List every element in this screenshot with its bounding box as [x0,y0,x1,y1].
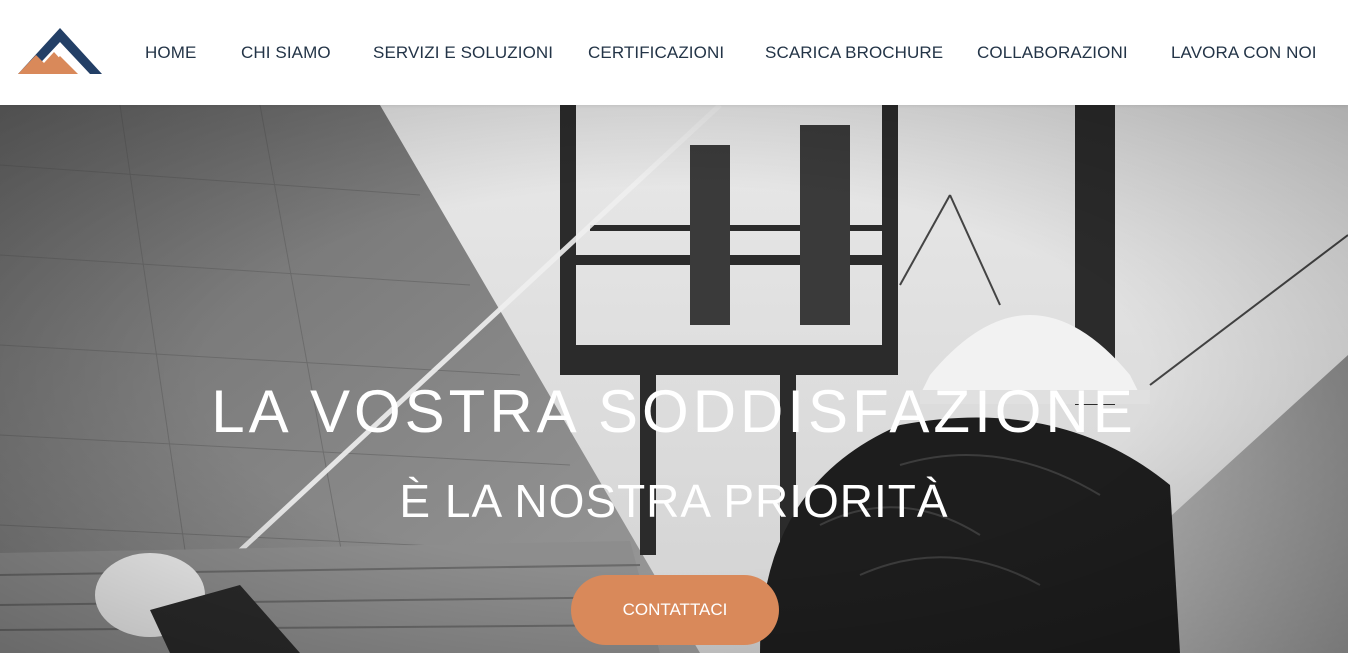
hero-subline: È LA NOSTRA PRIORITÀ [399,475,949,527]
nav-item-lavora-con-noi[interactable]: LAVORA CON NOI [1171,42,1317,64]
main-nav: HOME CHI SIAMO SERVIZI E SOLUZIONI CERTI… [0,0,1348,105]
hero-headline: LA VOSTRA SODDISFAZIONE [211,378,1137,445]
nav-item-servizi[interactable]: SERVIZI E SOLUZIONI [373,42,553,64]
nav-item-brochure[interactable]: SCARICA BROCHURE [765,42,943,64]
contact-button[interactable]: CONTATTACI [571,575,779,645]
nav-item-certificazioni[interactable]: CERTIFICAZIONI [588,42,724,64]
hero-banner: LA VOSTRA SODDISFAZIONE È LA NOSTRA PRIO… [0,105,1348,653]
nav-item-collaborazioni[interactable]: COLLABORAZIONI [977,42,1128,64]
nav-item-home[interactable]: HOME [145,42,196,64]
site-header: HOME CHI SIAMO SERVIZI E SOLUZIONI CERTI… [0,0,1348,105]
nav-item-chi-siamo[interactable]: CHI SIAMO [241,42,331,64]
